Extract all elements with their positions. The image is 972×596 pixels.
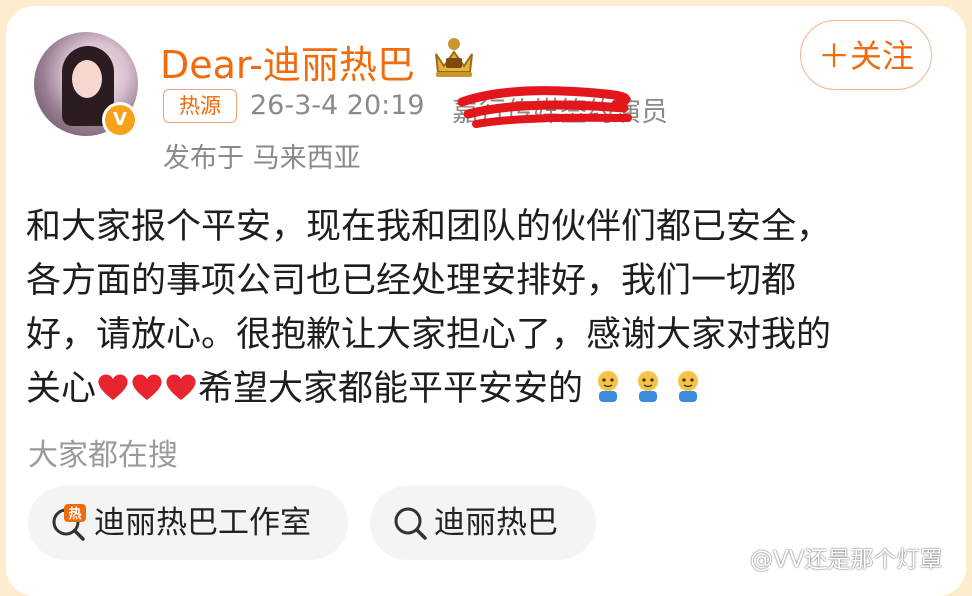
search-icon bbox=[394, 507, 427, 540]
content-text: 希望大家都能平平安安的 bbox=[198, 369, 584, 409]
content-line: 各方面的事项公司也已经处理安排好，我们一切都 bbox=[26, 261, 797, 301]
weibo-watermark: @VV还是那个灯罩 bbox=[720, 540, 942, 574]
weibo-logo-icon bbox=[720, 552, 745, 570]
content-line: 好，请放心。很抱歉让大家担心了，感谢大家对我的 bbox=[26, 315, 832, 355]
hot-search-chip-name[interactable]: 迪丽热巴 bbox=[370, 486, 596, 560]
hot-search-icon: 热 bbox=[52, 504, 86, 541]
hot-search-heading: 大家都在搜 bbox=[28, 438, 178, 473]
content-text: 关心 bbox=[26, 369, 97, 409]
red-heart-icon bbox=[166, 374, 196, 400]
chip-label: 迪丽热巴工作室 bbox=[94, 505, 311, 541]
verified-icon: V bbox=[102, 102, 138, 138]
content-line-with-emoji: 关心 希望大家都能平平安安的 bbox=[26, 362, 946, 416]
watermark-text: @VV还是那个灯罩 bbox=[750, 547, 943, 573]
content-line: 和大家报个平安，现在我和团队的伙伴们都已安全， bbox=[26, 207, 832, 247]
red-heart-icon bbox=[132, 374, 162, 400]
post-content: 和大家报个平安，现在我和团队的伙伴们都已安全， 各方面的事项公司也已经处理安排好… bbox=[26, 200, 946, 416]
avatar-face bbox=[72, 60, 102, 98]
kid-emoji-icon bbox=[638, 371, 659, 402]
follow-button[interactable]: ＋关注 bbox=[800, 20, 932, 90]
post-location: 发布于 马来西亚 bbox=[163, 143, 361, 174]
kid-emoji-icon bbox=[678, 371, 699, 402]
kid-emoji-icon bbox=[598, 371, 619, 402]
red-scribble-redaction bbox=[457, 86, 632, 128]
svg-text:热: 热 bbox=[68, 506, 81, 522]
hot-search-chip-studio[interactable]: 热 迪丽热巴工作室 bbox=[28, 486, 348, 560]
crown-icon bbox=[435, 38, 473, 77]
hot-source-badge: 热源 bbox=[163, 89, 237, 123]
red-heart-icon bbox=[98, 374, 128, 400]
author-name[interactable]: Dear-迪丽热巴 bbox=[160, 34, 415, 89]
post-timestamp: 26-3-4 20:19 bbox=[250, 90, 425, 121]
chip-label: 迪丽热巴 bbox=[434, 505, 558, 541]
